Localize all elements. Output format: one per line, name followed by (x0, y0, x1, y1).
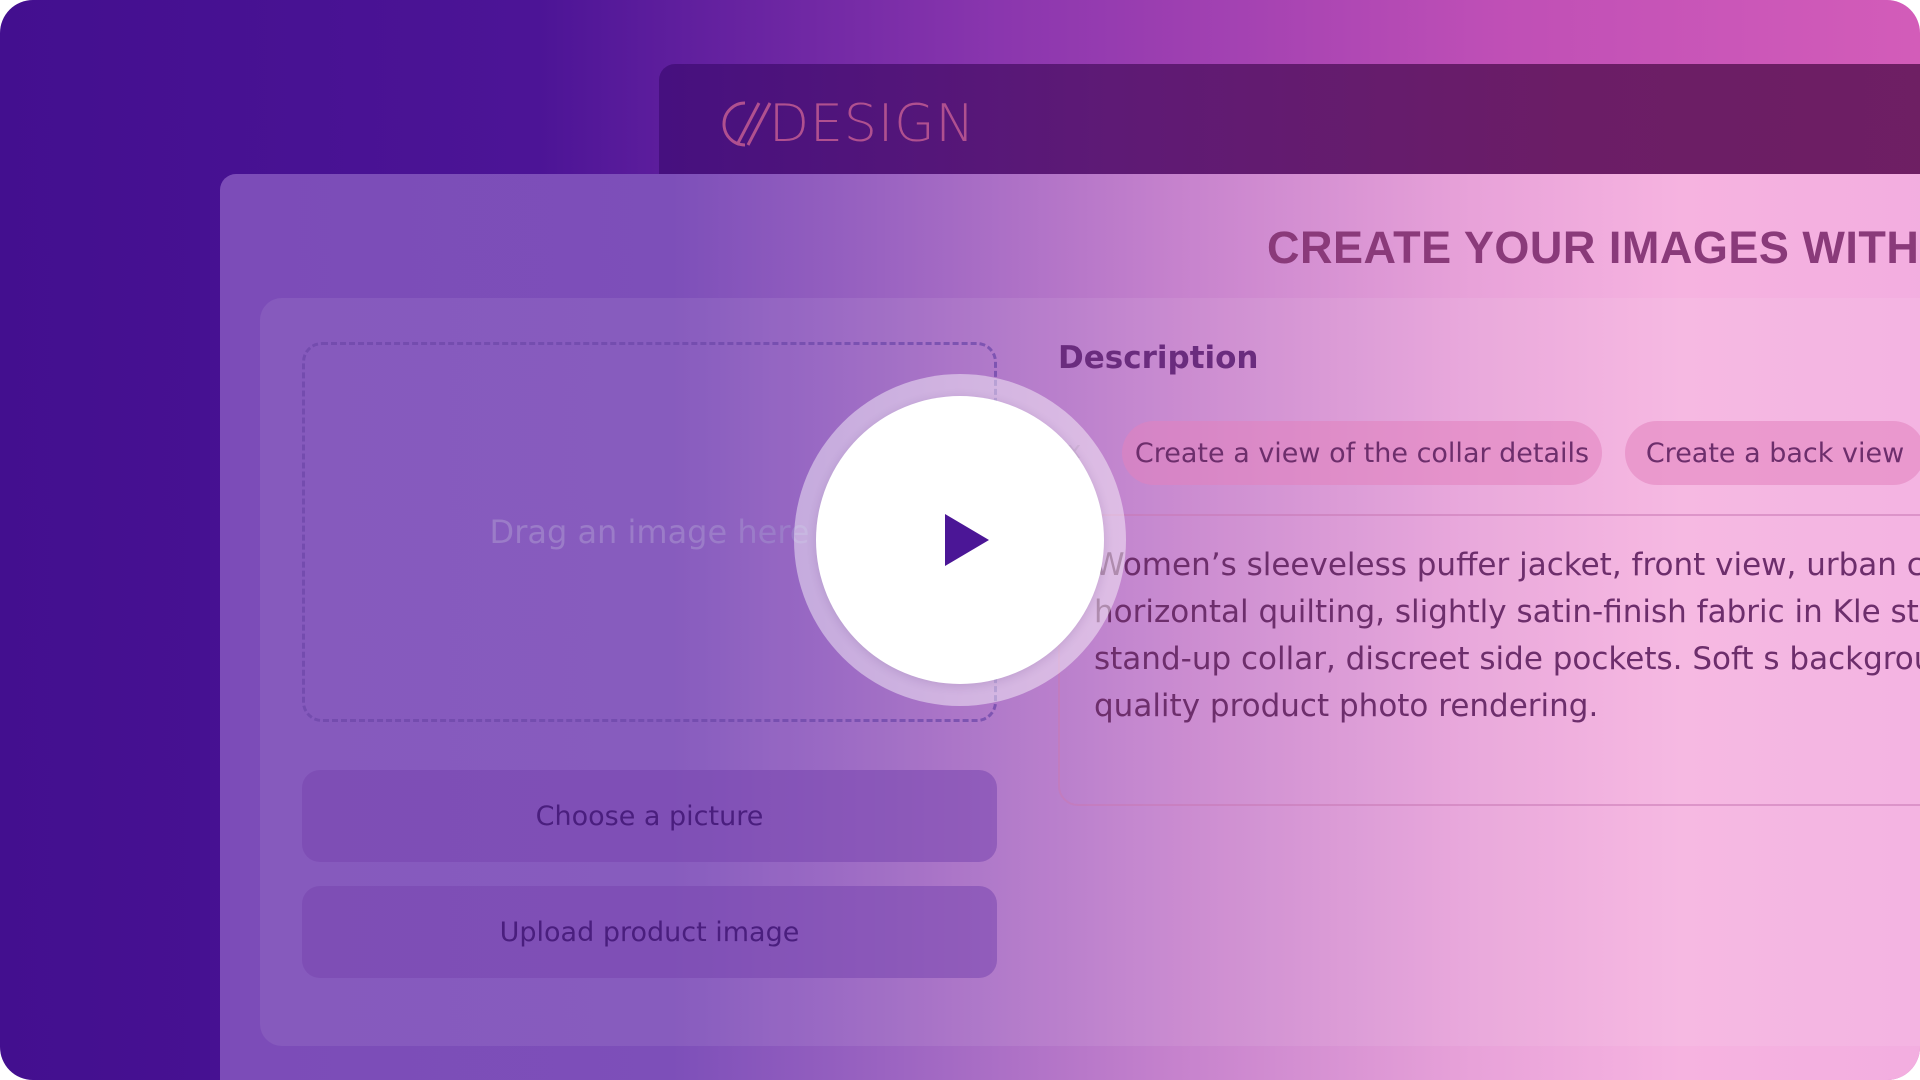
upload-product-image-button[interactable]: Upload product image (302, 886, 997, 978)
video-thumbnail[interactable]: DESIGN CREATE YOUR IMAGES WITH Drag an i… (0, 0, 1920, 1080)
brand-logo: DESIGN (715, 89, 975, 159)
suggestion-chip[interactable]: Create a back view (1625, 421, 1920, 485)
description-text: Women’s sleeveless puffer jacket, front … (1094, 547, 1920, 724)
page-title: CREATE YOUR IMAGES WITH (1267, 222, 1920, 273)
description-textarea[interactable]: Women’s sleeveless puffer jacket, front … (1058, 514, 1920, 806)
choose-picture-button[interactable]: Choose a picture (302, 770, 997, 862)
logo-mark-icon (722, 101, 772, 147)
play-icon[interactable] (945, 514, 989, 566)
logo-text: DESIGN (769, 94, 976, 154)
suggestion-chip[interactable]: Create a view of the collar details (1122, 421, 1602, 485)
description-label: Description (1058, 340, 1259, 376)
